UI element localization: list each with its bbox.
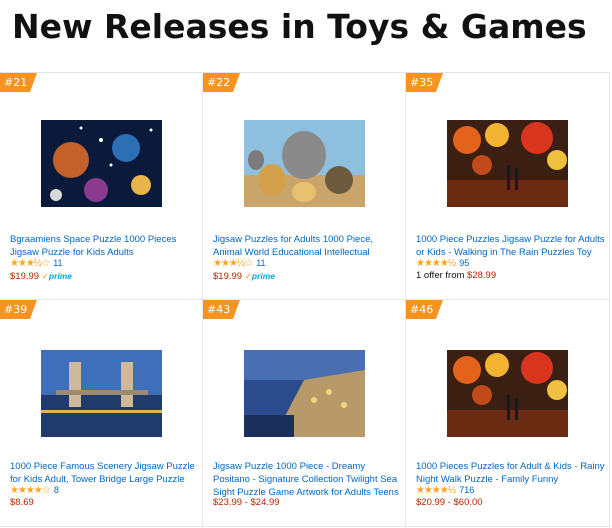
price-row: $23.99 - $24.99 (213, 497, 280, 509)
product-grid: #21 Bgraamiens Space Puzzle 1000 Pieces … (0, 72, 610, 528)
price-row: $20.99 - $60.00 (416, 497, 483, 509)
product-title-link[interactable]: Bgraamiens Space Puzzle 1000 Pieces Jigs… (10, 233, 200, 259)
star-icon: ★★★★☆ (10, 485, 51, 496)
product-title-link[interactable]: Jigsaw Puzzles for Adults 1000 Piece, An… (213, 233, 403, 259)
price: $19.99 (10, 271, 40, 282)
product-image[interactable] (447, 120, 568, 207)
rating-count[interactable]: 95 (459, 258, 469, 268)
price: $8.69 (10, 497, 34, 508)
product-title-link[interactable]: 1000 Piece Puzzles Jigsaw Puzzle for Adu… (416, 233, 606, 259)
rating-count[interactable]: 716 (459, 485, 474, 495)
product-image[interactable] (41, 350, 162, 437)
prime-check-icon: ✓ (244, 271, 252, 281)
price: $23.99 - $24.99 (213, 497, 280, 508)
star-icon: ★★★★½ (416, 485, 456, 496)
rank-badge: #39 (0, 300, 37, 319)
rating-row[interactable]: ★★★½☆ 11 (213, 257, 266, 269)
product-card[interactable]: #35 1000 Piece Puzzles Jigsaw Puzzle for… (406, 73, 610, 300)
product-card[interactable]: #21 Bgraamiens Space Puzzle 1000 Pieces … (0, 73, 203, 300)
rating-row[interactable]: ★★★★☆ 8 (10, 484, 59, 496)
rating-count[interactable]: 8 (54, 485, 59, 495)
star-icon: ★★★★½ (416, 258, 456, 269)
product-title-link[interactable]: 1000 Piece Famous Scenery Jigsaw Puzzle … (10, 460, 200, 486)
price-row: $8.69 (10, 497, 34, 509)
prime-badge: ✓prime (41, 271, 72, 281)
product-image[interactable] (41, 120, 162, 207)
product-card[interactable]: #22 Jigsaw Puzzles for Adults 1000 Piece… (203, 73, 406, 300)
price-row: $19.99 ✓prime (10, 270, 72, 283)
product-image[interactable] (447, 350, 568, 437)
rank-badge: #22 (203, 73, 240, 92)
product-card[interactable]: #39 1000 Piece Famous Scenery Jigsaw Puz… (0, 300, 203, 527)
rank-badge: #35 (406, 73, 443, 92)
prime-check-icon: ✓ (41, 271, 49, 281)
star-icon: ★★★½☆ (10, 258, 50, 269)
star-icon: ★★★½☆ (213, 258, 253, 269)
price-row: 1 offer from $28.99 (416, 270, 496, 282)
rank-badge: #46 (406, 300, 443, 319)
price-row: $19.99 ✓prime (213, 270, 275, 283)
rank-badge: #21 (0, 73, 37, 92)
offer-text: 1 offer from (416, 270, 468, 281)
rating-count[interactable]: 11 (256, 258, 265, 268)
rating-row[interactable]: ★★★★½ 716 (416, 484, 474, 496)
product-title-link[interactable]: Jigsaw Puzzle 1000 Piece - Dreamy Posita… (213, 460, 403, 499)
page-title: New Releases in Toys & Games (12, 7, 587, 46)
price[interactable]: $28.99 (467, 270, 496, 281)
product-title-link[interactable]: 1000 Pieces Puzzles for Adult & Kids - R… (416, 460, 606, 486)
rank-badge: #43 (203, 300, 240, 319)
prime-badge: ✓prime (244, 271, 275, 281)
product-image[interactable] (244, 350, 365, 437)
product-card[interactable]: #46 1000 Pieces Puzzles for Adult & Kids… (406, 300, 610, 527)
product-image[interactable] (244, 120, 365, 207)
rating-count[interactable]: 11 (53, 258, 62, 268)
product-card[interactable]: #43 Jigsaw Puzzle 1000 Piece - Dreamy Po… (203, 300, 406, 527)
rating-row[interactable]: ★★★★½ 95 (416, 257, 469, 269)
rating-row[interactable]: ★★★½☆ 11 (10, 257, 63, 269)
price: $19.99 (213, 271, 243, 282)
price: $20.99 - $60.00 (416, 497, 483, 508)
